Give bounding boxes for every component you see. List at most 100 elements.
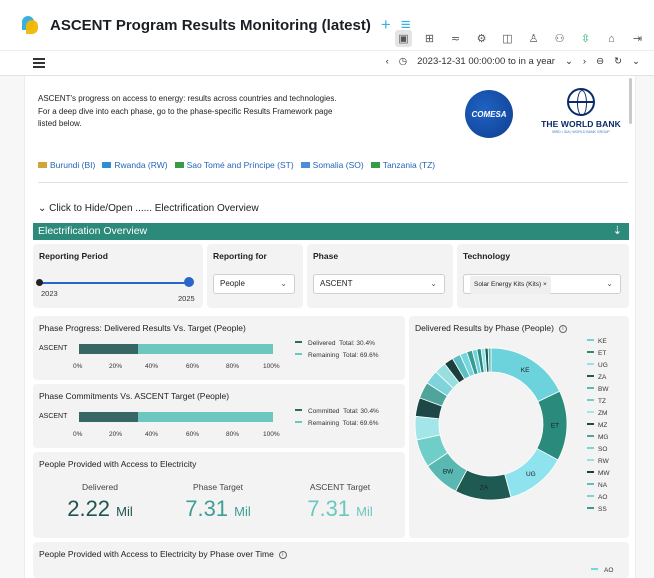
period-slider-start-handle[interactable] xyxy=(36,278,43,286)
commitments-bar-remaining xyxy=(137,412,273,422)
users-icon[interactable]: ⚇ xyxy=(551,30,568,47)
world-bank-subtitle: IBRD • IDA | WORLD BANK GROUP xyxy=(552,130,610,134)
legend-label: ET xyxy=(598,350,607,357)
legend-swatch xyxy=(587,447,594,449)
donut-legend-item[interactable]: MZ xyxy=(587,422,607,429)
filter-label: Reporting for xyxy=(213,251,267,261)
zoom-out-icon[interactable]: ⊖ xyxy=(596,56,604,67)
add-icon[interactable]: + xyxy=(381,15,391,35)
donut-slice-label: BW xyxy=(443,468,454,475)
period-end-label: 2025 xyxy=(178,294,195,303)
download-icon[interactable]: ⇣ xyxy=(613,223,622,240)
legend-swatch xyxy=(587,495,594,497)
time-forward-icon[interactable]: › xyxy=(583,56,586,67)
donut-legend-item[interactable]: SO xyxy=(587,446,607,453)
commitments-tick: 80% xyxy=(226,431,240,438)
kpi-value-phase-target: 7.31 Mil xyxy=(185,496,251,521)
intro-text: ASCENT's progress on access to energy: r… xyxy=(38,94,337,128)
user-icon[interactable]: ♙ xyxy=(525,30,542,47)
donut-legend-item[interactable]: TZ xyxy=(587,398,606,405)
legend-label: AO xyxy=(598,494,608,501)
legend-delivered: Delivered Total: 30.4% xyxy=(295,340,375,347)
donut-legend-item[interactable]: ZM xyxy=(587,410,607,417)
hamburger-icon[interactable] xyxy=(33,58,45,68)
refresh-icon[interactable]: ↻ xyxy=(614,56,622,67)
time-back-icon[interactable]: ‹ xyxy=(386,56,389,67)
legend-swatch xyxy=(587,351,594,353)
country-link-so[interactable]: Somalia (SO) xyxy=(300,160,364,170)
donut-slice-label: ET xyxy=(551,423,559,430)
panel-icon[interactable]: ▣ xyxy=(395,30,412,47)
progress-panel: Phase Progress: Delivered Results Vs. Ta… xyxy=(33,316,405,380)
logout-icon[interactable]: ⇥ xyxy=(629,30,646,47)
chevron-down-icon[interactable]: ⌄ xyxy=(565,56,573,67)
legend-swatch xyxy=(587,507,594,509)
phase-select[interactable]: ASCENT ⌄ xyxy=(313,274,445,294)
lock-icon[interactable]: ⌂ xyxy=(603,30,620,47)
donut-legend-item[interactable]: SS xyxy=(587,506,607,513)
progress-tick: 0% xyxy=(73,363,83,370)
legend-label: SO xyxy=(598,446,608,453)
share-icon[interactable]: ≂ xyxy=(447,30,464,47)
period-slider-end-handle[interactable] xyxy=(184,277,194,287)
donut-slice[interactable] xyxy=(487,347,492,373)
legend-label: ZA xyxy=(598,374,607,381)
donut-legend-item[interactable]: UG xyxy=(587,362,608,369)
progress-category-label: ASCENT xyxy=(39,345,68,352)
donut-legend-item[interactable]: BW xyxy=(587,386,608,393)
commitments-bar-committed xyxy=(79,412,138,422)
chevron-down-icon: ⌄ xyxy=(280,279,287,288)
country-link-rw[interactable]: Rwanda (RW) xyxy=(102,160,168,170)
book-icon[interactable]: ◫ xyxy=(499,30,516,47)
donut-slice-label: UG xyxy=(526,471,536,478)
commitments-tick: 0% xyxy=(73,431,83,438)
time-range-picker[interactable]: 2023-12-31 00:00:00 to in a year xyxy=(417,56,555,67)
flag-icon xyxy=(102,162,112,168)
donut-legend-item[interactable]: MW xyxy=(587,470,610,477)
country-link-st[interactable]: Sao Tomé and Príncipe (ST) xyxy=(174,160,294,170)
commitments-tick: 100% xyxy=(263,431,280,438)
legend-swatch xyxy=(587,411,594,413)
donut-legend-item[interactable]: KE xyxy=(587,338,607,345)
chip-remove-icon[interactable]: × xyxy=(543,281,547,288)
reporting-for-select[interactable]: People ⌄ xyxy=(213,274,295,294)
dashboard-title: ASCENT Program Results Monitoring (lates… xyxy=(50,16,371,34)
clock-icon: ◷ xyxy=(398,56,408,67)
donut-legend-item[interactable]: NA xyxy=(587,482,607,489)
legend-committed: Committed Total: 30.4% xyxy=(295,408,379,415)
donut-legend-item[interactable]: AO xyxy=(587,494,607,501)
legend-swatch xyxy=(587,399,594,401)
kpi-value-delivered: 2.22 Mil xyxy=(67,496,133,521)
legend-remaining: Remaining Total: 69.6% xyxy=(295,420,378,427)
technology-select[interactable]: Solar Energy Kits (Kits) × ⌄ xyxy=(463,274,621,294)
legend-swatch xyxy=(587,387,594,389)
scrollbar[interactable] xyxy=(629,78,632,124)
legend-label: NA xyxy=(598,482,608,489)
folder-icon[interactable]: ⊞ xyxy=(421,30,438,47)
info-icon[interactable]: i xyxy=(278,551,287,559)
progress-tick: 20% xyxy=(109,363,123,370)
progress-tick: 100% xyxy=(263,363,280,370)
donut-slice-label: ZA xyxy=(480,485,489,492)
country-link-bi[interactable]: Burundi (BI) xyxy=(38,160,95,170)
info-icon[interactable]: i xyxy=(558,325,567,333)
donut-legend-item[interactable]: ZA xyxy=(587,374,606,381)
chevron-down-icon: ⌄ xyxy=(430,279,437,288)
world-bank-logo: THE WORLD BANK IBRD • IDA | WORLD BANK G… xyxy=(533,88,629,143)
donut-legend-item[interactable]: MG xyxy=(587,434,608,441)
section-title: Electrification Overview xyxy=(38,225,148,237)
refresh-dropdown-icon[interactable]: ⌄ xyxy=(632,56,640,67)
section-toggle[interactable]: ⌄ Click to Hide/Open ...... Electrificat… xyxy=(38,203,259,214)
donut-legend-item[interactable]: ET xyxy=(587,350,606,357)
sync-icon[interactable]: ⇳ xyxy=(577,30,594,47)
legend-swatch xyxy=(587,423,594,425)
commitments-title: Phase Commitments Vs. ASCENT Target (Peo… xyxy=(39,391,230,401)
legend-swatch xyxy=(587,471,594,473)
legend-label: BW xyxy=(598,386,609,393)
country-link-tz[interactable]: Tanzania (TZ) xyxy=(370,160,435,170)
settings-icon[interactable]: ⚙ xyxy=(473,30,490,47)
donut-slice[interactable] xyxy=(490,347,561,403)
period-slider-track[interactable] xyxy=(39,282,189,284)
section-header: Electrification Overview ⇣ xyxy=(33,223,629,240)
donut-legend-item[interactable]: RW xyxy=(587,458,609,465)
